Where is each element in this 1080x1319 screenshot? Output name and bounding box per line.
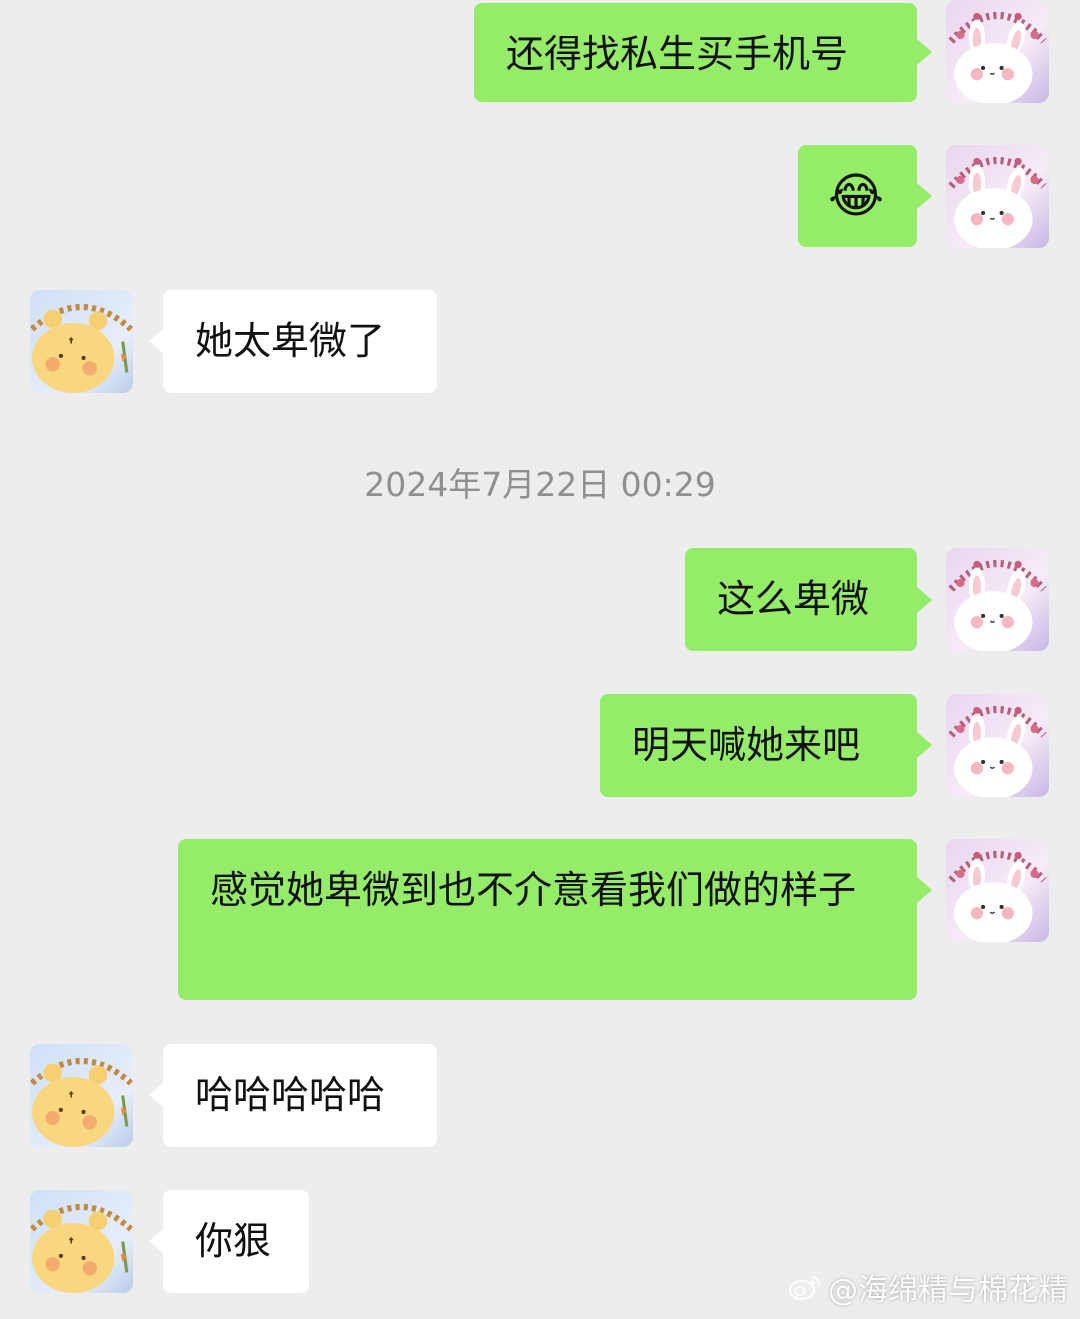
bubble-tail [917, 183, 932, 209]
message-text: 你狠 [195, 1219, 272, 1263]
bear-avatar-icon [30, 1190, 133, 1293]
message-bubble-received[interactable]: 哈哈哈哈哈 [163, 1044, 437, 1147]
bubble-tail [149, 1082, 164, 1108]
avatar-other[interactable] [30, 1190, 133, 1293]
bear-avatar-icon [30, 290, 133, 393]
tears-of-joy-emoji-icon: 😂 [828, 168, 885, 224]
bunny-avatar-icon [946, 548, 1049, 651]
watermark: @海绵精与棉花精 [788, 1265, 1068, 1309]
avatar-other[interactable] [30, 290, 133, 393]
bubble-tail [149, 328, 164, 354]
message-text: 还得找私生买手机号 [506, 32, 849, 76]
bunny-avatar-icon [946, 839, 1049, 942]
bunny-avatar-icon [946, 0, 1049, 103]
message-text: 她太卑微了 [195, 319, 386, 363]
watermark-text: @海绵精与棉花精 [828, 1273, 1068, 1308]
bunny-avatar-icon [946, 694, 1049, 797]
bubble-tail [149, 1228, 164, 1254]
bear-avatar-icon [30, 1044, 133, 1147]
avatar-self[interactable] [946, 839, 1049, 942]
bunny-avatar-icon [946, 145, 1049, 248]
message-text: 明天喊她来吧 [632, 723, 861, 767]
avatar-other[interactable] [30, 1044, 133, 1147]
message-bubble-received[interactable]: 你狠 [163, 1190, 309, 1293]
avatar-self[interactable] [946, 548, 1049, 651]
avatar-self[interactable] [946, 0, 1049, 103]
message-text: 哈哈哈哈哈 [195, 1073, 386, 1117]
message-bubble-received[interactable]: 她太卑微了 [163, 290, 437, 393]
bubble-tail [917, 877, 932, 903]
chat-timestamp: 2024年7月22日 00:29 [364, 465, 716, 504]
bubble-tail [917, 587, 932, 613]
bubble-tail [917, 732, 932, 758]
message-text: 感觉她卑微到也不介意看我们做的样子 [210, 868, 857, 912]
avatar-self[interactable] [946, 694, 1049, 797]
weibo-logo-icon [788, 1275, 821, 1301]
message-text: 这么卑微 [717, 577, 870, 621]
message-bubble-sent[interactable]: 明天喊她来吧 [600, 694, 917, 797]
message-bubble-sent[interactable]: 还得找私生买手机号 [474, 3, 917, 102]
message-bubble-sent[interactable]: 这么卑微 [685, 548, 917, 651]
message-bubble-sent[interactable]: 感觉她卑微到也不介意看我们做的样子 [178, 839, 917, 1000]
bubble-tail [917, 39, 932, 65]
message-bubble-sent[interactable]: 😂 [798, 145, 917, 247]
avatar-self[interactable] [946, 145, 1049, 248]
